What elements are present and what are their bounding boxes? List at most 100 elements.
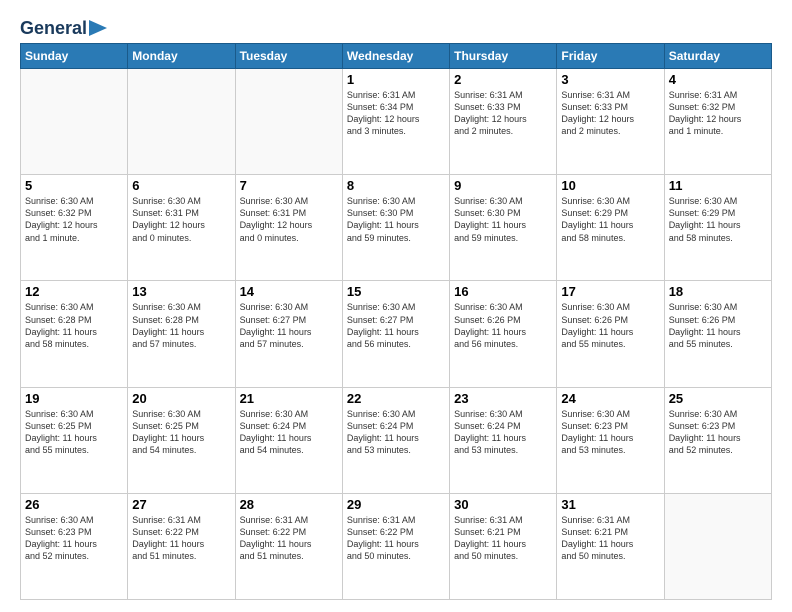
- logo-block: General: [20, 18, 107, 35]
- weekday-header-saturday: Saturday: [664, 44, 771, 69]
- calendar-cell: [235, 69, 342, 175]
- day-number: 28: [240, 497, 338, 512]
- day-number: 15: [347, 284, 445, 299]
- calendar-cell: 19Sunrise: 6:30 AM Sunset: 6:25 PM Dayli…: [21, 387, 128, 493]
- day-info: Sunrise: 6:30 AM Sunset: 6:23 PM Dayligh…: [669, 408, 767, 457]
- calendar-cell: 20 Sunrise: 6:30 AM Sunset: 6:25 PM Dayli…: [128, 387, 235, 493]
- calendar-cell: [128, 69, 235, 175]
- day-info: Sunrise: 6:30 AM Sunset: 6:25 PM Dayligh…: [25, 408, 123, 457]
- calendar-cell: 17Sunrise: 6:30 AM Sunset: 6:26 PM Dayli…: [557, 281, 664, 387]
- day-number: 27: [132, 497, 230, 512]
- day-number: 18: [669, 284, 767, 299]
- calendar-cell: 28Sunrise: 6:31 AM Sunset: 6:22 PM Dayli…: [235, 493, 342, 599]
- calendar-cell: 7Sunrise: 6:30 AM Sunset: 6:31 PM Daylig…: [235, 175, 342, 281]
- day-info: Sunrise: 6:30 AM Sunset: 6:27 PM Dayligh…: [347, 301, 445, 350]
- day-number: 4: [669, 72, 767, 87]
- calendar-cell: 30 Sunrise: 6:31 AM Sunset: 6:21 PM Dayli…: [450, 493, 557, 599]
- page: General SundayMondayTuesdayWednesdayThur…: [0, 0, 792, 612]
- calendar-cell: 9 Sunrise: 6:30 AM Sunset: 6:30 PM Daylig…: [450, 175, 557, 281]
- day-number: 25: [669, 391, 767, 406]
- calendar-cell: 26 Sunrise: 6:30 AM Sunset: 6:23 PM Dayli…: [21, 493, 128, 599]
- calendar-cell: [21, 69, 128, 175]
- calendar-cell: 21Sunrise: 6:30 AM Sunset: 6:24 PM Dayli…: [235, 387, 342, 493]
- logo: General: [20, 18, 107, 35]
- day-number: 3: [561, 72, 659, 87]
- calendar-cell: 5Sunrise: 6:30 AM Sunset: 6:32 PM Daylig…: [21, 175, 128, 281]
- day-info: Sunrise: 6:30 AM Sunset: 6:28 PM Dayligh…: [132, 301, 230, 350]
- day-info: Sunrise: 6:31 AM Sunset: 6:21 PM Dayligh…: [454, 514, 552, 563]
- day-info: Sunrise: 6:31 AM Sunset: 6:33 PM Dayligh…: [561, 89, 659, 138]
- calendar-week-3: 12 Sunrise: 6:30 AM Sunset: 6:28 PM Dayli…: [21, 281, 772, 387]
- calendar-week-2: 5Sunrise: 6:30 AM Sunset: 6:32 PM Daylig…: [21, 175, 772, 281]
- day-info: Sunrise: 6:30 AM Sunset: 6:30 PM Dayligh…: [454, 195, 552, 244]
- day-number: 23: [454, 391, 552, 406]
- day-info: Sunrise: 6:30 AM Sunset: 6:23 PM Dayligh…: [561, 408, 659, 457]
- day-info: Sunrise: 6:30 AM Sunset: 6:24 PM Dayligh…: [454, 408, 552, 457]
- day-info: Sunrise: 6:30 AM Sunset: 6:32 PM Dayligh…: [25, 195, 123, 244]
- day-number: 21: [240, 391, 338, 406]
- day-number: 12: [25, 284, 123, 299]
- day-info: Sunrise: 6:31 AM Sunset: 6:34 PM Dayligh…: [347, 89, 445, 138]
- day-info: Sunrise: 6:30 AM Sunset: 6:26 PM Dayligh…: [454, 301, 552, 350]
- day-number: 26: [25, 497, 123, 512]
- day-number: 31: [561, 497, 659, 512]
- calendar-week-4: 19Sunrise: 6:30 AM Sunset: 6:25 PM Dayli…: [21, 387, 772, 493]
- day-info: Sunrise: 6:30 AM Sunset: 6:23 PM Dayligh…: [25, 514, 123, 563]
- logo-general: General: [20, 18, 87, 39]
- day-info: Sunrise: 6:31 AM Sunset: 6:22 PM Dayligh…: [347, 514, 445, 563]
- calendar-header-row: SundayMondayTuesdayWednesdayThursdayFrid…: [21, 44, 772, 69]
- calendar-cell: 12Sunrise: 6:30 AM Sunset: 6:28 PM Dayli…: [21, 281, 128, 387]
- calendar-cell: 16 Sunrise: 6:30 AM Sunset: 6:26 PM Dayli…: [450, 281, 557, 387]
- day-info: Sunrise: 6:31 AM Sunset: 6:21 PM Dayligh…: [561, 514, 659, 563]
- calendar-week-1: 1Sunrise: 6:31 AM Sunset: 6:34 PM Daylig…: [21, 69, 772, 175]
- day-info: Sunrise: 6:30 AM Sunset: 6:26 PM Dayligh…: [669, 301, 767, 350]
- day-number: 11: [669, 178, 767, 193]
- calendar-cell: 27 Sunrise: 6:31 AM Sunset: 6:22 PM Dayli…: [128, 493, 235, 599]
- calendar-cell: 8 Sunrise: 6:30 AM Sunset: 6:30 PM Daylig…: [342, 175, 449, 281]
- day-number: 30: [454, 497, 552, 512]
- calendar-cell: 29 Sunrise: 6:31 AM Sunset: 6:22 PM Dayli…: [342, 493, 449, 599]
- day-info: Sunrise: 6:30 AM Sunset: 6:30 PM Dayligh…: [347, 195, 445, 244]
- day-number: 22: [347, 391, 445, 406]
- calendar-cell: 13 Sunrise: 6:30 AM Sunset: 6:28 PM Dayli…: [128, 281, 235, 387]
- day-number: 9: [454, 178, 552, 193]
- day-info: Sunrise: 6:31 AM Sunset: 6:32 PM Dayligh…: [669, 89, 767, 138]
- calendar-cell: [664, 493, 771, 599]
- calendar-cell: 23 Sunrise: 6:30 AM Sunset: 6:24 PM Dayli…: [450, 387, 557, 493]
- day-info: Sunrise: 6:30 AM Sunset: 6:26 PM Dayligh…: [561, 301, 659, 350]
- calendar-cell: 31 Sunrise: 6:31 AM Sunset: 6:21 PM Dayli…: [557, 493, 664, 599]
- calendar-week-5: 26 Sunrise: 6:30 AM Sunset: 6:23 PM Dayli…: [21, 493, 772, 599]
- calendar-cell: 2 Sunrise: 6:31 AM Sunset: 6:33 PM Daylig…: [450, 69, 557, 175]
- day-number: 8: [347, 178, 445, 193]
- day-number: 14: [240, 284, 338, 299]
- calendar-cell: 3 Sunrise: 6:31 AM Sunset: 6:33 PM Daylig…: [557, 69, 664, 175]
- day-info: Sunrise: 6:31 AM Sunset: 6:33 PM Dayligh…: [454, 89, 552, 138]
- logo-arrow-icon: [89, 20, 107, 36]
- day-number: 6: [132, 178, 230, 193]
- day-number: 29: [347, 497, 445, 512]
- calendar-cell: 25 Sunrise: 6:30 AM Sunset: 6:23 PM Dayli…: [664, 387, 771, 493]
- day-number: 24: [561, 391, 659, 406]
- weekday-header-monday: Monday: [128, 44, 235, 69]
- day-info: Sunrise: 6:30 AM Sunset: 6:31 PM Dayligh…: [240, 195, 338, 244]
- day-info: Sunrise: 6:30 AM Sunset: 6:29 PM Dayligh…: [669, 195, 767, 244]
- header: General: [20, 18, 772, 35]
- day-info: Sunrise: 6:31 AM Sunset: 6:22 PM Dayligh…: [132, 514, 230, 563]
- calendar-cell: 15 Sunrise: 6:30 AM Sunset: 6:27 PM Dayli…: [342, 281, 449, 387]
- day-number: 13: [132, 284, 230, 299]
- day-number: 16: [454, 284, 552, 299]
- day-number: 2: [454, 72, 552, 87]
- calendar-cell: 18 Sunrise: 6:30 AM Sunset: 6:26 PM Dayli…: [664, 281, 771, 387]
- weekday-header-wednesday: Wednesday: [342, 44, 449, 69]
- calendar-table: SundayMondayTuesdayWednesdayThursdayFrid…: [20, 43, 772, 600]
- calendar-cell: 14Sunrise: 6:30 AM Sunset: 6:27 PM Dayli…: [235, 281, 342, 387]
- day-number: 10: [561, 178, 659, 193]
- weekday-header-friday: Friday: [557, 44, 664, 69]
- calendar-cell: 6Sunrise: 6:30 AM Sunset: 6:31 PM Daylig…: [128, 175, 235, 281]
- day-info: Sunrise: 6:30 AM Sunset: 6:24 PM Dayligh…: [347, 408, 445, 457]
- calendar-cell: 4 Sunrise: 6:31 AM Sunset: 6:32 PM Daylig…: [664, 69, 771, 175]
- calendar-cell: 10Sunrise: 6:30 AM Sunset: 6:29 PM Dayli…: [557, 175, 664, 281]
- calendar-cell: 1Sunrise: 6:31 AM Sunset: 6:34 PM Daylig…: [342, 69, 449, 175]
- day-info: Sunrise: 6:30 AM Sunset: 6:25 PM Dayligh…: [132, 408, 230, 457]
- day-number: 20: [132, 391, 230, 406]
